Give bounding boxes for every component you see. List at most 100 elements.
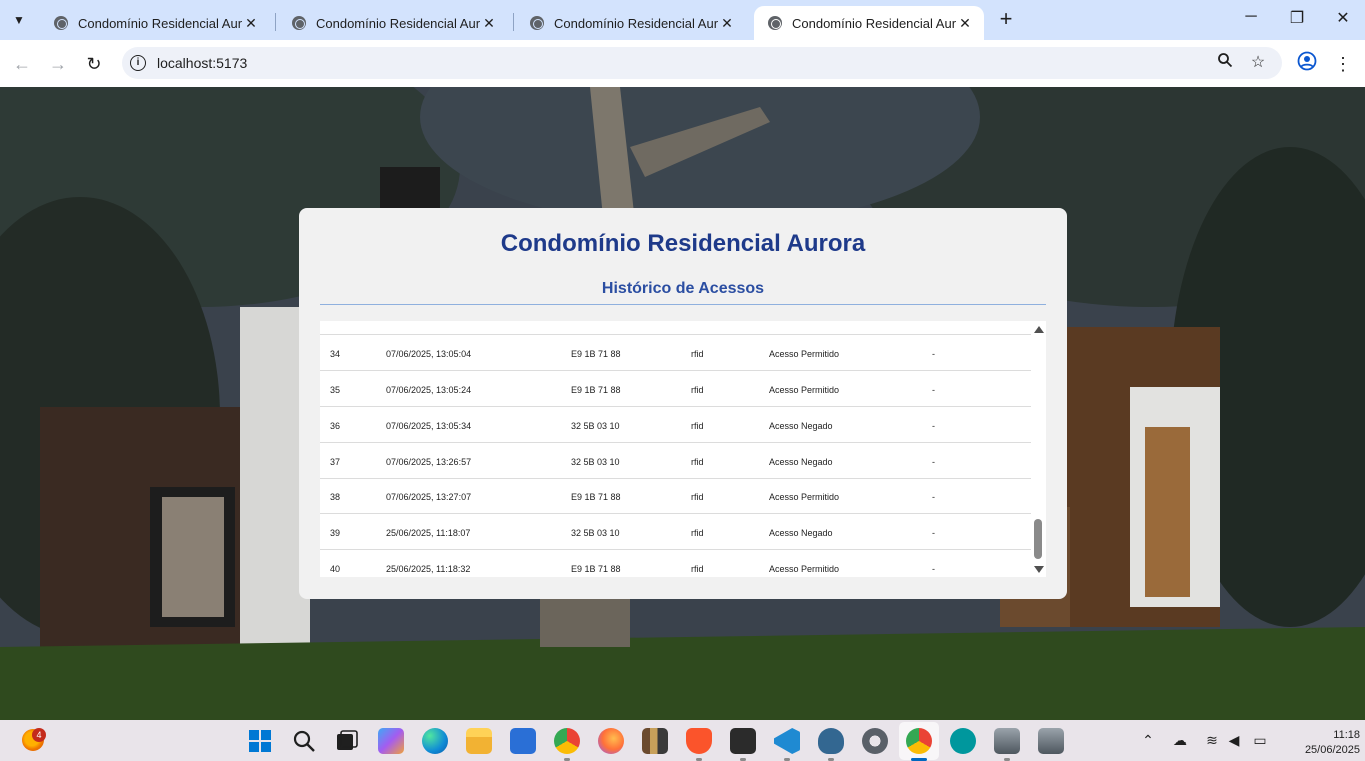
table-row: 37 07/06/2025, 13:26:57 32 5B 03 10 rfid… [320,443,1031,479]
cell-card-uid: E9 1B 71 88 [571,349,621,359]
show-hidden-icons-chevron-icon[interactable]: ⌃ [1138,732,1158,749]
server-app-icon[interactable] [994,728,1020,754]
cell-datetime: 25/06/2025, 11:18:32 [386,564,471,574]
arduino-icon[interactable] [950,728,976,754]
cell-observation: - [932,385,935,395]
browser-toolbar: ← → ↻ i localhost:5173 ☆ ⋮ [0,40,1365,87]
cell-type: rfid [691,492,704,502]
start-windows-icon[interactable] [247,728,273,754]
table-row-partial [320,321,1031,335]
cell-id: 36 [330,421,341,431]
search-icon[interactable] [291,728,317,754]
scroll-down-arrow-icon[interactable] [1034,566,1044,573]
section-title: Histórico de Acessos [601,280,765,297]
cell-observation: - [932,349,935,359]
tab-title: Condomínio Residencial Aurora [78,15,242,31]
reload-icon[interactable]: ↻ [81,51,107,77]
library-icon[interactable] [642,728,668,754]
table-scrollbar[interactable] [1031,321,1046,577]
terminal-icon[interactable] [730,728,756,754]
close-tab-icon[interactable]: ✕ [718,15,736,32]
server-app-2-icon[interactable] [1038,728,1064,754]
new-tab-button[interactable]: + [994,8,1018,32]
battery-icon[interactable]: ▭ [1250,732,1270,749]
onedrive-off-icon[interactable]: ☁ [1170,732,1190,749]
close-tab-icon[interactable]: ✕ [956,15,974,32]
clock-date: 25/06/2025 [1304,744,1360,756]
more-menu-icon[interactable]: ⋮ [1330,51,1356,77]
globe-icon [54,16,68,30]
browser-tab-3[interactable]: Condomínio Residencial Aurora ✕ [516,6,746,40]
tab-title: Condomínio Residencial Aurora [792,15,956,31]
close-tab-icon[interactable]: ✕ [242,15,260,32]
tab-search-chevron-icon[interactable]: ▼ [6,7,32,33]
settings-gear-icon[interactable] [862,728,888,754]
history-card: Condomínio Residencial Aurora Histórico … [299,208,1067,599]
cell-datetime: 07/06/2025, 13:26:57 [386,457,472,467]
cell-card-uid: E9 1B 71 88 [571,564,621,574]
close-tab-icon[interactable]: ✕ [480,15,498,32]
browser-tab-1[interactable]: Condomínio Residencial Aurora ✕ [40,6,270,40]
table-row: 35 07/06/2025, 13:05:24 E9 1B 71 88 rfid… [320,371,1031,407]
cell-type: rfid [691,528,704,538]
address-bar[interactable]: i localhost:5173 ☆ [122,47,1282,79]
system-clock[interactable]: 11:18 25/06/2025 [1300,728,1360,758]
edge-icon[interactable] [422,728,448,754]
clock-time: 11:18 [1333,729,1360,741]
cell-status: Acesso Permitido [769,385,840,395]
globe-icon [292,16,306,30]
cell-id: 35 [330,385,341,395]
notification-badge: 4 [32,728,46,742]
cell-datetime: 07/06/2025, 13:27:07 [386,492,472,502]
cell-observation: - [932,492,935,502]
title-divider [320,304,1046,305]
firefox-icon[interactable] [598,728,624,754]
forward-arrow-icon[interactable]: → [45,51,71,77]
cell-datetime: 07/06/2025, 13:05:34 [386,421,472,431]
window-close-icon[interactable]: ✕ [1328,8,1358,32]
cell-type: rfid [691,457,704,467]
cell-card-uid: E9 1B 71 88 [571,385,621,395]
table-row: 40 25/06/2025, 11:18:32 E9 1B 71 88 rfid… [320,550,1031,577]
profile-icon[interactable] [1294,51,1320,77]
chrome-active-icon[interactable] [906,728,932,754]
bookmark-star-icon[interactable]: ☆ [1247,52,1269,74]
cell-type: rfid [691,349,704,359]
cell-type: rfid [691,421,704,431]
access-history-table[interactable]: 34 07/06/2025, 13:05:04 E9 1B 71 88 rfid… [320,321,1046,577]
back-arrow-icon[interactable]: ← [9,51,35,77]
scrollbar-thumb[interactable] [1034,519,1042,559]
tab-strip: ▼ Condomínio Residencial Aurora ✕ Condom… [0,0,1365,40]
cell-card-uid: 32 5B 03 10 [571,528,620,538]
wifi-icon[interactable]: ≋ [1202,732,1222,749]
zoom-icon[interactable] [1214,52,1236,74]
browser-tab-4-active[interactable]: Condomínio Residencial Aurora ✕ [754,6,984,40]
chrome-icon[interactable] [554,728,580,754]
globe-icon [530,16,544,30]
scroll-up-arrow-icon[interactable] [1034,326,1044,333]
tab-title: Condomínio Residencial Aurora [554,15,718,31]
cell-id: 39 [330,528,341,538]
copilot-icon[interactable] [378,728,404,754]
site-info-icon[interactable]: i [130,55,146,71]
minimize-icon[interactable]: ─ [1236,8,1266,32]
postgres-icon[interactable] [818,728,844,754]
volume-icon[interactable]: ◀ [1224,732,1244,749]
browser-tab-2[interactable]: Condomínio Residencial Aurora ✕ [278,6,508,40]
cell-card-uid: 32 5B 03 10 [571,421,620,431]
file-explorer-icon[interactable] [466,728,492,754]
cell-datetime: 07/06/2025, 13:05:24 [386,385,472,395]
cell-datetime: 07/06/2025, 13:05:04 [386,349,472,359]
cell-id: 34 [330,349,341,359]
store-icon[interactable] [510,728,536,754]
task-view-icon[interactable] [334,728,360,754]
restore-icon[interactable]: ❐ [1282,8,1312,32]
cell-status: Acesso Negado [769,528,833,538]
cell-card-uid: E9 1B 71 88 [571,492,621,502]
vscode-icon[interactable] [774,728,800,754]
url-text[interactable]: localhost:5173 [157,55,247,71]
cell-card-uid: 32 5B 03 10 [571,457,620,467]
table-row: 34 07/06/2025, 13:05:04 E9 1B 71 88 rfid… [320,335,1031,371]
brave-icon[interactable] [686,728,712,754]
page-viewport: Condomínio Residencial Aurora Histórico … [0,87,1365,720]
